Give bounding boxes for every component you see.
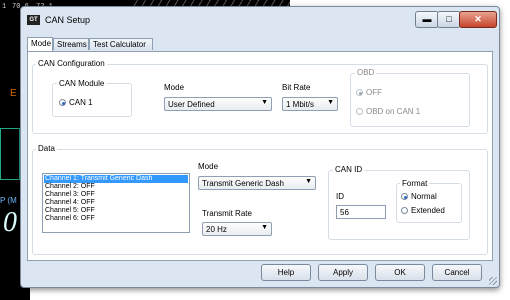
- channel-list[interactable]: Channel 1: Transmit Generic Dash Channel…: [42, 173, 190, 233]
- tab-test-calculator[interactable]: Test Calculator: [89, 38, 153, 50]
- config-mode-label: Mode: [164, 83, 185, 92]
- background-side-label: E: [10, 88, 17, 99]
- background-big-number: 0: [3, 207, 17, 238]
- can-setup-dialog: GT CAN Setup ▬ □ ✕ Mode Streams Test Cal…: [20, 6, 500, 288]
- transmit-rate-dropdown[interactable]: 20 Hz ▼: [202, 222, 272, 236]
- apply-button[interactable]: Apply: [318, 264, 368, 281]
- tab-mode[interactable]: Mode: [27, 37, 53, 51]
- chevron-down-icon: ▼: [327, 99, 334, 106]
- obd-on-can1-label: OBD on CAN 1: [366, 107, 421, 116]
- close-button[interactable]: ✕: [459, 11, 497, 28]
- background-frame: [0, 128, 20, 180]
- normal-label: Normal: [411, 192, 437, 201]
- data-label: Data: [36, 144, 57, 153]
- list-item[interactable]: Channel 5: OFF: [44, 207, 188, 215]
- help-button[interactable]: Help: [261, 264, 311, 281]
- bit-rate-label: Bit Rate: [282, 83, 311, 92]
- resize-grip-icon[interactable]: [489, 277, 497, 285]
- data-mode-label: Mode: [198, 162, 219, 171]
- ok-button[interactable]: OK: [375, 264, 425, 281]
- can1-radio[interactable]: [59, 99, 66, 106]
- extended-radio[interactable]: [401, 207, 408, 214]
- format-group: [396, 183, 462, 223]
- id-input[interactable]: 56: [336, 205, 386, 219]
- format-label: Format: [400, 179, 430, 188]
- list-item[interactable]: Channel 1: Transmit Generic Dash: [44, 175, 188, 183]
- list-item[interactable]: Channel 2: OFF: [44, 183, 188, 191]
- window-title: CAN Setup: [45, 15, 91, 25]
- obd-group: [350, 73, 470, 127]
- chevron-down-icon: ▼: [261, 99, 268, 106]
- obd-on-can1-radio[interactable]: [356, 108, 363, 115]
- config-mode-dropdown[interactable]: User Defined ▼: [164, 97, 272, 111]
- list-item[interactable]: Channel 6: OFF: [44, 215, 188, 223]
- obd-label: OBD: [355, 68, 377, 77]
- data-mode-dropdown[interactable]: Transmit Generic Dash ▼: [198, 176, 316, 190]
- tab-streams[interactable]: Streams: [53, 38, 89, 50]
- can1-label: CAN 1: [69, 98, 93, 107]
- cancel-button[interactable]: Cancel: [432, 264, 482, 281]
- bit-rate-dropdown[interactable]: 1 Mbit/s ▼: [282, 97, 338, 111]
- can-module-label: CAN Module: [57, 79, 107, 88]
- normal-radio[interactable]: [401, 193, 408, 200]
- transmit-rate-label: Transmit Rate: [202, 209, 252, 218]
- obd-off-radio[interactable]: [356, 89, 363, 96]
- app-icon: GT: [27, 15, 40, 25]
- chevron-down-icon: ▼: [261, 224, 268, 231]
- maximize-button[interactable]: □: [437, 11, 461, 28]
- minimize-button[interactable]: ▬: [415, 11, 439, 28]
- title-bar[interactable]: GT CAN Setup ▬ □ ✕: [21, 7, 499, 33]
- background-prefix-text: P (M: [0, 196, 17, 205]
- can-configuration-label: CAN Configuration: [36, 59, 107, 68]
- can-id-label: CAN ID: [333, 165, 365, 174]
- obd-off-label: OFF: [366, 88, 382, 97]
- id-label: ID: [336, 192, 344, 201]
- mode-tab-panel: CAN Configuration CAN Module CAN 1 Mode …: [27, 51, 493, 261]
- list-item[interactable]: Channel 4: OFF: [44, 199, 188, 207]
- list-item[interactable]: Channel 3: OFF: [44, 191, 188, 199]
- extended-label: Extended: [411, 206, 445, 215]
- chevron-down-icon: ▼: [305, 178, 312, 185]
